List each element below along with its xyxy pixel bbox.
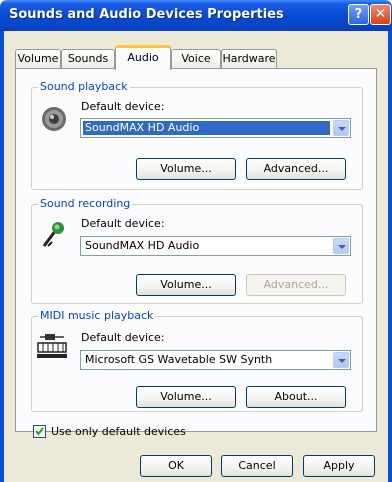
tab-audio[interactable]: Audio <box>115 45 171 70</box>
midi-keyboard-icon <box>37 334 67 358</box>
chevron-down-icon[interactable] <box>333 120 349 136</box>
use-default-devices-checkbox[interactable] <box>33 425 46 438</box>
midi-device-value: Microsoft GS Wavetable SW Synth <box>85 353 273 366</box>
recording-device-value: SoundMAX HD Audio <box>85 239 200 252</box>
speaker-icon <box>42 107 66 131</box>
use-default-devices-label[interactable]: Use only default devices <box>51 425 186 438</box>
tab-sounds[interactable]: Sounds <box>61 49 115 69</box>
midi-device-combo[interactable]: Microsoft GS Wavetable SW Synth <box>80 350 351 370</box>
checkmark-icon <box>35 427 44 436</box>
playback-device-value: SoundMAX HD Audio <box>83 121 330 135</box>
midi-about-button[interactable]: About... <box>246 386 346 408</box>
playback-device-combo[interactable]: SoundMAX HD Audio <box>80 118 351 138</box>
tab-volume[interactable]: Volume <box>15 49 61 69</box>
playback-advanced-button[interactable]: Advanced... <box>246 158 346 180</box>
recording-volume-button[interactable]: Volume... <box>136 274 236 296</box>
chevron-down-icon[interactable] <box>333 238 349 254</box>
playback-volume-button[interactable]: Volume... <box>136 158 236 180</box>
recording-advanced-button: Advanced... <box>246 274 346 296</box>
audio-tab-panel: Sound playback Default device: SoundMAX … <box>15 68 377 438</box>
tab-hardware[interactable]: Hardware <box>221 49 277 69</box>
window-frame-right <box>388 31 392 482</box>
close-button[interactable]: ✕ <box>370 4 391 25</box>
midi-playback-label: MIDI music playback <box>38 309 156 322</box>
midi-volume-button[interactable]: Volume... <box>136 386 236 408</box>
midi-default-device-label: Default device: <box>81 331 165 344</box>
title-bar[interactable]: Sounds and Audio Devices Properties ? ✕ <box>0 0 392 31</box>
recording-default-device-label: Default device: <box>81 217 165 230</box>
sound-recording-label: Sound recording <box>38 197 133 210</box>
cancel-button[interactable]: Cancel <box>221 455 293 477</box>
tab-voice[interactable]: Voice <box>171 49 221 69</box>
chevron-down-icon[interactable] <box>333 352 349 368</box>
ok-button[interactable]: OK <box>140 455 212 477</box>
playback-default-device-label: Default device: <box>81 100 165 113</box>
window-title: Sounds and Audio Devices Properties <box>9 7 284 22</box>
microphone-icon <box>42 222 64 247</box>
apply-button[interactable]: Apply <box>303 455 375 477</box>
help-button[interactable]: ? <box>348 4 369 25</box>
recording-device-combo[interactable]: SoundMAX HD Audio <box>80 236 351 256</box>
sound-playback-label: Sound playback <box>38 80 130 93</box>
